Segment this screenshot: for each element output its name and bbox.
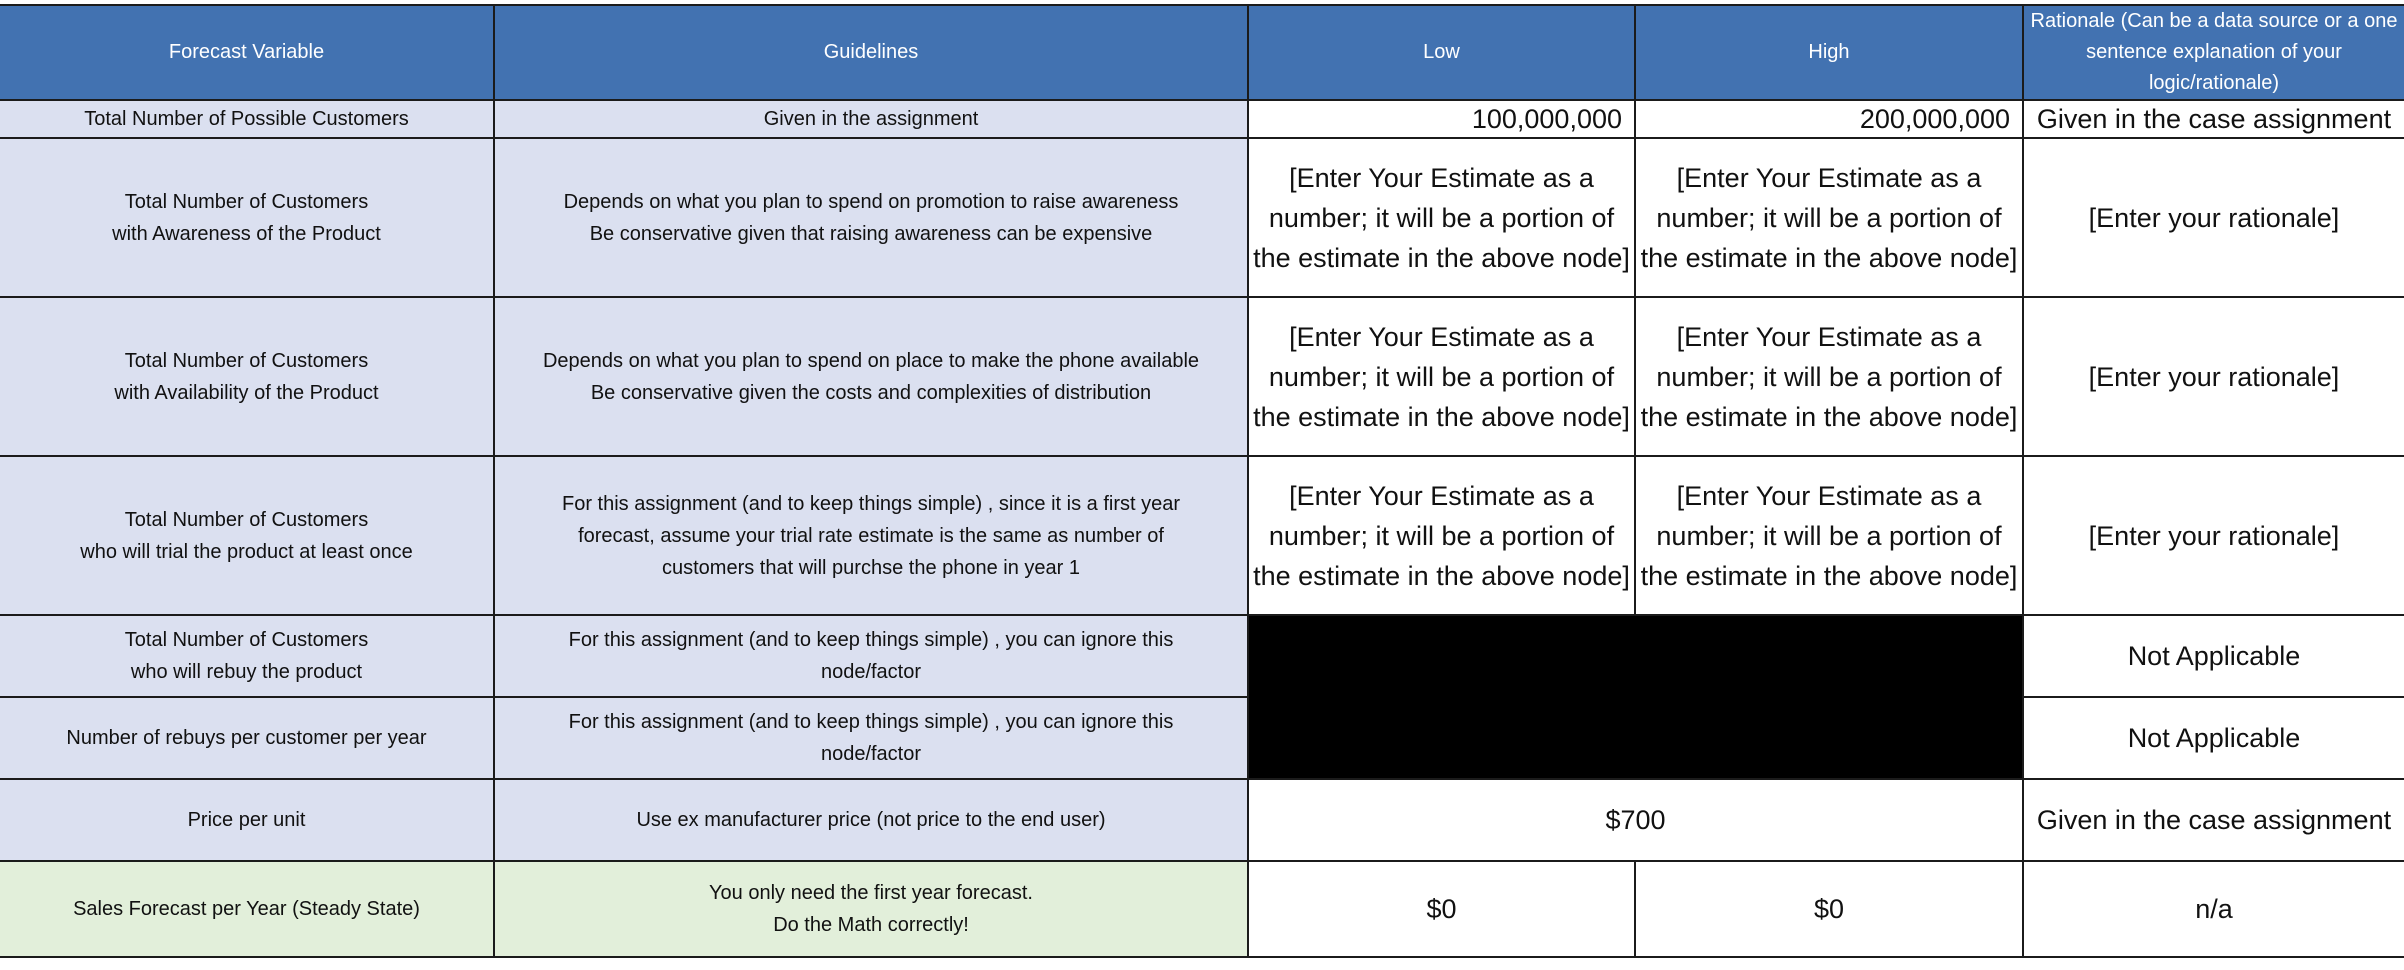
variable-line: with Awareness of the Product <box>112 222 381 245</box>
rationale-cell[interactable]: n/a <box>2022 860 2404 958</box>
guidelines-cell[interactable]: Given in the assignment <box>493 99 1249 139</box>
guidelines-cell[interactable]: For this assignment (and to keep things … <box>493 614 1249 698</box>
guidelines-line: Be conservative given the costs and comp… <box>590 381 1152 404</box>
rationale-cell[interactable]: Not Applicable <box>2022 696 2404 780</box>
guidelines-cell[interactable]: For this assignment (and to keep things … <box>493 455 1249 616</box>
variable-cell[interactable]: Price per unit <box>0 778 495 862</box>
variable-line: who will trial the product at least once <box>80 540 413 563</box>
forecast-table: Forecast Variable Guidelines Low High Ra… <box>0 4 2404 958</box>
table-row-sales-forecast: Sales Forecast per Year (Steady State) Y… <box>0 860 2404 958</box>
variable-cell[interactable]: Total Number of Customers who will trial… <box>0 455 495 616</box>
low-cell[interactable]: [Enter Your Estimate as a number; it wil… <box>1247 455 1636 616</box>
price-cell[interactable]: $700 <box>1247 778 2024 862</box>
table-row-price: Price per unit Use ex manufacturer price… <box>0 778 2404 862</box>
rationale-cell[interactable]: Given in the case assignment <box>2022 99 2404 139</box>
guidelines-line: Depends on what you plan to spend on pro… <box>563 190 1179 213</box>
header-row: Forecast Variable Guidelines Low High Ra… <box>0 4 2404 101</box>
guidelines-cell[interactable]: Depends on what you plan to spend on pro… <box>493 137 1249 298</box>
variable-cell[interactable]: Total Number of Customers with Awareness… <box>0 137 495 298</box>
guidelines-line: Do the Math correctly! <box>773 914 969 936</box>
guidelines-line: You only need the first year forecast. <box>709 882 1033 904</box>
table-row-rebuys-per-customer: Number of rebuys per customer per year F… <box>0 696 2404 780</box>
rationale-cell[interactable]: [Enter your rationale] <box>2022 137 2404 298</box>
variable-cell[interactable]: Sales Forecast per Year (Steady State) <box>0 860 495 958</box>
variable-cell[interactable]: Number of rebuys per customer per year <box>0 696 495 780</box>
high-cell[interactable]: [Enter Your Estimate as a number; it wil… <box>1634 137 2024 298</box>
rationale-cell[interactable]: [Enter your rationale] <box>2022 296 2404 457</box>
guidelines-cell[interactable]: For this assignment (and to keep things … <box>493 696 1249 780</box>
variable-line: who will rebuy the product <box>130 661 363 683</box>
high-cell[interactable]: $0 <box>1634 860 2024 958</box>
high-cell[interactable]: 200,000,000 <box>1634 99 2024 139</box>
blocked-cell <box>1247 614 2024 780</box>
guidelines-line: Be conservative given that raising aware… <box>589 222 1153 245</box>
variable-line: Total Number of Customers <box>124 190 369 213</box>
guidelines-cell[interactable]: Use ex manufacturer price (not price to … <box>493 778 1249 862</box>
guidelines-line: Depends on what you plan to spend on pla… <box>542 349 1200 372</box>
high-cell[interactable]: [Enter Your Estimate as a number; it wil… <box>1634 296 2024 457</box>
rationale-cell[interactable]: Not Applicable <box>2022 614 2404 698</box>
variable-cell[interactable]: Total Number of Customers who will rebuy… <box>0 614 495 698</box>
header-forecast-variable[interactable]: Forecast Variable <box>0 4 495 101</box>
table-row-awareness: Total Number of Customers with Awareness… <box>0 137 2404 298</box>
header-guidelines[interactable]: Guidelines <box>493 4 1249 101</box>
guidelines-cell[interactable]: You only need the first year forecast. D… <box>493 860 1249 958</box>
table-row-rebuy: Total Number of Customers who will rebuy… <box>0 614 2404 780</box>
low-cell[interactable]: [Enter Your Estimate as a number; it wil… <box>1247 137 1636 298</box>
rationale-cell[interactable]: [Enter your rationale] <box>2022 455 2404 616</box>
header-rationale[interactable]: Rationale (Can be a data source or a one… <box>2022 4 2404 101</box>
variable-cell[interactable]: Total Number of Possible Customers <box>0 99 495 139</box>
header-low[interactable]: Low <box>1247 4 1636 101</box>
high-cell[interactable]: [Enter Your Estimate as a number; it wil… <box>1634 455 2024 616</box>
header-high[interactable]: High <box>1634 4 2024 101</box>
table-row-possible-customers: Total Number of Possible Customers Given… <box>0 99 2404 139</box>
rationale-cell[interactable]: Given in the case assignment <box>2022 778 2404 862</box>
variable-line: Total Number of Customers <box>124 508 369 531</box>
guidelines-cell[interactable]: Depends on what you plan to spend on pla… <box>493 296 1249 457</box>
table-row-trial: Total Number of Customers who will trial… <box>0 455 2404 616</box>
low-cell[interactable]: [Enter Your Estimate as a number; it wil… <box>1247 296 1636 457</box>
table-row-availability: Total Number of Customers with Availabil… <box>0 296 2404 457</box>
low-cell[interactable]: $0 <box>1247 860 1636 958</box>
variable-line: with Availability of the Product <box>114 381 379 404</box>
variable-line: Total Number of Customers <box>124 349 369 372</box>
variable-cell[interactable]: Total Number of Customers with Availabil… <box>0 296 495 457</box>
variable-line: Total Number of Customers <box>124 629 369 651</box>
low-cell[interactable]: 100,000,000 <box>1247 99 1636 139</box>
